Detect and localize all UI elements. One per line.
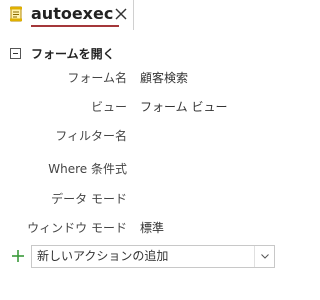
argument-label: フォーム名 xyxy=(67,71,127,85)
argument-value[interactable]: 顧客検索 xyxy=(140,69,188,87)
argument-label: Where 条件式 xyxy=(48,162,127,176)
argument-row-window-mode: ウィンドウ モード 標準 xyxy=(0,219,298,239)
argument-row-form-name: フォーム名 顧客検索 xyxy=(0,69,298,89)
macro-icon xyxy=(9,6,23,22)
macro-designer: autoexec フォームを開く フォーム名 顧客検索 ビュー フォーム ビュー… xyxy=(0,0,298,300)
argument-label: ウィンドウ モード xyxy=(27,221,127,235)
new-action-combobox[interactable]: 新しいアクションの追加 xyxy=(31,245,275,268)
argument-label: ビュー xyxy=(90,100,127,114)
new-action-dropdown-button[interactable] xyxy=(254,246,274,267)
argument-row-filter-name: フィルター名 xyxy=(0,127,298,147)
argument-label: データ モード xyxy=(51,192,127,206)
argument-row-data-mode: データ モード xyxy=(0,190,298,210)
plus-icon[interactable] xyxy=(11,248,25,262)
document-tab-strip: autoexec xyxy=(0,0,298,30)
chevron-down-icon xyxy=(261,254,269,259)
argument-row-where-condition: Where 条件式 xyxy=(0,160,298,180)
tab-autoexec[interactable]: autoexec xyxy=(0,0,134,30)
tab-title: autoexec xyxy=(31,4,114,23)
new-action-placeholder[interactable]: 新しいアクションの追加 xyxy=(37,248,168,265)
argument-row-view: ビュー フォーム ビュー xyxy=(0,98,298,118)
argument-label: フィルター名 xyxy=(55,129,127,143)
close-icon[interactable] xyxy=(112,5,130,23)
collapse-minus-icon[interactable] xyxy=(10,48,21,59)
argument-value[interactable]: フォーム ビュー xyxy=(140,98,227,116)
argument-value[interactable]: 標準 xyxy=(140,219,164,237)
action-name[interactable]: フォームを開く xyxy=(31,46,115,62)
active-tab-underline xyxy=(31,25,119,27)
